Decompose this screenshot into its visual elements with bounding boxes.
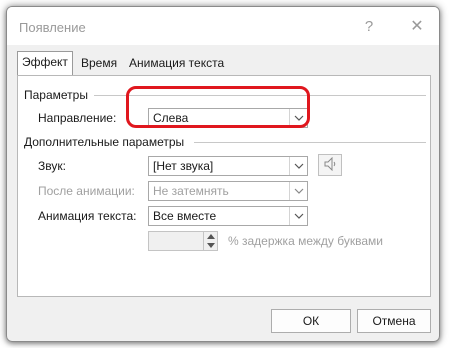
speaker-icon [324,156,336,174]
letter-delay-spinner[interactable] [148,231,218,251]
spin-down-icon[interactable] [206,243,215,248]
extra-section-label: Дополнительные параметры [24,135,185,149]
letter-delay-label: % задержка между буквами [228,234,383,248]
help-button[interactable]: ? [359,17,379,37]
title-bar: Появление ? ✕ [7,7,439,45]
highlight-annotation [126,86,310,128]
direction-label: Направление: [38,111,117,125]
chevron-down-icon [289,182,307,200]
tab-effect[interactable]: Эффект [17,51,73,75]
extra-divider [194,142,426,143]
chevron-down-icon [289,157,307,175]
dialog-title: Появление [19,20,86,35]
spinner-buttons[interactable] [203,232,217,250]
text-animation-label: Анимация текста: [38,209,137,223]
after-animation-value: Не затемнять [153,184,229,198]
text-animation-value: Все вместе [153,209,217,223]
sound-volume-button[interactable] [318,154,342,176]
cancel-button[interactable]: Отмена [357,309,431,333]
tab-timing[interactable]: Время [77,53,121,75]
text-animation-select[interactable]: Все вместе [148,206,308,226]
appear-dialog: Появление ? ✕ Эффект Время Анимация текс… [6,6,440,342]
tab-text-animation[interactable]: Анимация текста [125,53,241,75]
chevron-down-icon [289,207,307,225]
sound-label: Звук: [38,159,66,173]
ok-button[interactable]: ОК [271,309,351,333]
after-animation-select[interactable]: Не затемнять [148,181,308,201]
close-button[interactable]: ✕ [407,17,427,37]
sound-select[interactable]: [Нет звука] [148,156,308,176]
spin-up-icon[interactable] [206,234,215,239]
after-animation-label: После анимации: [38,184,135,198]
parameters-section-label: Параметры [24,88,88,102]
sound-value: [Нет звука] [153,159,214,173]
